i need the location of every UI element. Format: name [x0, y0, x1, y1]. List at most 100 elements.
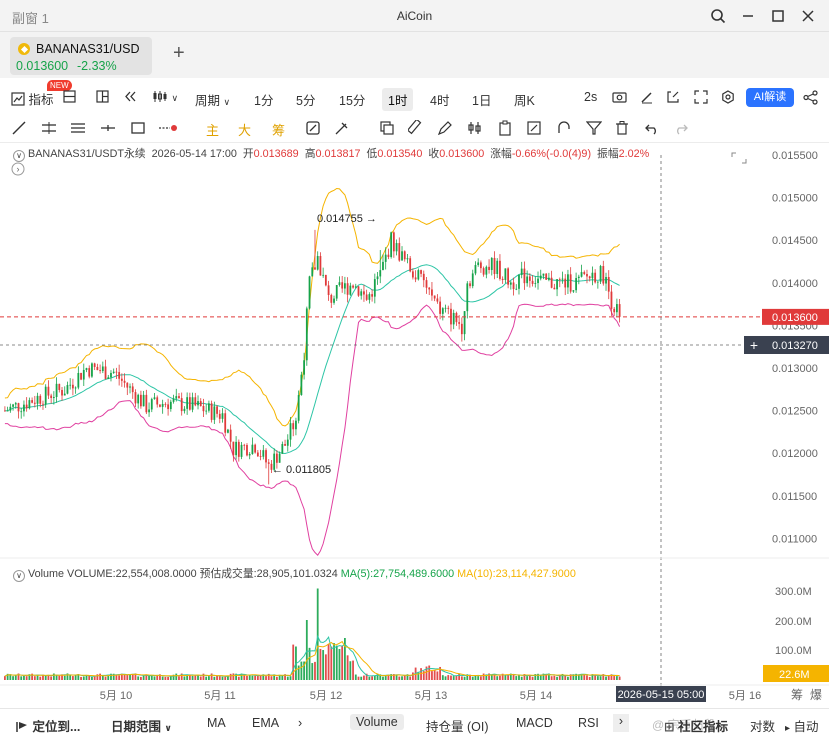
- ai-analysis-button[interactable]: AI解读: [746, 88, 794, 107]
- horizontal-line-icon[interactable]: [100, 120, 118, 136]
- main-force-tool[interactable]: 主: [206, 120, 219, 139]
- liquidation-corner-label[interactable]: 爆: [810, 688, 822, 702]
- trash-icon[interactable]: [614, 120, 632, 136]
- note-icon[interactable]: [526, 120, 544, 136]
- layout-icon[interactable]: [96, 90, 109, 106]
- date-range-dropdown[interactable]: 日期范围 ∨: [111, 716, 172, 735]
- filter-icon[interactable]: [585, 120, 604, 136]
- indicator-ma[interactable]: MA: [207, 716, 226, 730]
- candle: [406, 258, 409, 260]
- export-icon[interactable]: [666, 90, 680, 107]
- candle: [607, 276, 610, 292]
- indicator-rsi[interactable]: RSI: [578, 716, 599, 730]
- volume-bar: [371, 676, 373, 680]
- multi-line-icon[interactable]: [70, 120, 88, 136]
- indicator-oi[interactable]: 持仓量 (OI): [426, 716, 489, 735]
- candle: [120, 378, 123, 381]
- timeframe-4h[interactable]: 4时: [430, 90, 449, 109]
- redo-icon[interactable]: [673, 120, 691, 136]
- fullscreen-icon[interactable]: [694, 90, 708, 107]
- log-scale-toggle[interactable]: 对数: [750, 716, 775, 735]
- magnet-icon[interactable]: [334, 120, 352, 136]
- minimize-icon[interactable]: [737, 5, 759, 27]
- whale-tool[interactable]: 大: [238, 120, 251, 139]
- candle: [349, 285, 352, 295]
- replay-icon[interactable]: [123, 90, 137, 106]
- timeframe-1w[interactable]: 周K: [514, 90, 535, 109]
- magnet-snap-icon[interactable]: [556, 120, 574, 136]
- candle: [175, 396, 178, 399]
- timeframe-1m[interactable]: 1分: [254, 90, 273, 109]
- candle: [523, 268, 526, 284]
- volume-bar: [556, 676, 558, 680]
- price-axis-label: 0.015000: [772, 193, 818, 205]
- volume-bar: [618, 676, 621, 680]
- copy-icon[interactable]: [379, 120, 397, 136]
- volume-collapse-icon[interactable]: ∨: [13, 570, 25, 582]
- edit-icon[interactable]: [640, 90, 654, 107]
- volume-bar: [335, 645, 338, 680]
- maximize-icon[interactable]: [767, 5, 789, 27]
- symbol-tab[interactable]: BANANAS31/USD 0.013600 -2.33%: [10, 37, 152, 75]
- search-icon[interactable]: [707, 5, 729, 27]
- chevron-right-icon[interactable]: ›: [298, 716, 302, 730]
- timeframe-5m[interactable]: 5分: [296, 90, 315, 109]
- volume-bar: [616, 676, 618, 680]
- expand-corner-icon[interactable]: [731, 152, 747, 164]
- chevron-right-icon[interactable]: ›: [613, 714, 629, 732]
- chart-toolbar: 指标 NEW ∨ 周期 ∨ 1分 5分 15分 1时 4时 1日 周K 2s A…: [0, 80, 829, 112]
- candle: [352, 285, 354, 288]
- volume-bar: [80, 676, 82, 680]
- settings-icon[interactable]: [721, 90, 735, 107]
- parallel-line-icon[interactable]: [41, 120, 59, 136]
- pen-icon[interactable]: [437, 120, 455, 136]
- volume-bar: [520, 676, 523, 680]
- date-axis-label: 5月 13: [415, 690, 447, 702]
- candle: [316, 256, 319, 270]
- candle: [295, 420, 297, 430]
- period-dropdown[interactable]: 周期 ∨: [195, 90, 230, 109]
- community-indicators-button[interactable]: ⊞ 社区指标: [664, 716, 728, 735]
- add-tab-button[interactable]: +: [173, 42, 185, 65]
- indicator-template-icon[interactable]: [63, 90, 76, 106]
- add-alert-icon[interactable]: +: [750, 337, 758, 353]
- candle: [303, 360, 305, 375]
- undo-icon[interactable]: [644, 120, 662, 136]
- candle: [507, 268, 509, 285]
- chart-type-dropdown[interactable]: ∨: [152, 90, 178, 104]
- candle: [281, 444, 284, 454]
- candle: [414, 277, 417, 280]
- candle: [188, 397, 191, 410]
- volume-bar: [276, 676, 278, 680]
- timeframe-1d[interactable]: 1日: [472, 90, 491, 109]
- auto-scale-toggle[interactable]: ▸ 自动: [785, 716, 819, 735]
- volume-bar: [324, 654, 327, 680]
- locate-button[interactable]: 定位到...: [16, 716, 80, 735]
- ruler-icon[interactable]: [406, 118, 426, 136]
- volume-bar: [403, 675, 406, 680]
- volume-bar: [82, 676, 85, 680]
- close-icon[interactable]: [797, 5, 819, 27]
- candle: [23, 404, 25, 412]
- rectangle-icon[interactable]: [130, 120, 148, 136]
- measure-icon[interactable]: [467, 120, 485, 136]
- candle: [528, 276, 531, 281]
- chip-tool[interactable]: 筹: [272, 120, 285, 139]
- timeframe-1h[interactable]: 1时: [382, 88, 414, 111]
- indicator-button[interactable]: 指标: [11, 89, 54, 108]
- sync-icon[interactable]: [305, 120, 323, 136]
- price-chart[interactable]: › 0.0155000.0150000.0145000.0140000.0135…: [0, 143, 829, 703]
- share-icon[interactable]: [803, 90, 818, 108]
- indicator-volume[interactable]: Volume: [350, 714, 404, 730]
- timeframe-15m[interactable]: 15分: [339, 90, 365, 109]
- indicator-macd[interactable]: MACD: [516, 716, 553, 730]
- chip-corner-label[interactable]: 筹: [791, 688, 803, 702]
- clipboard-icon[interactable]: [497, 120, 515, 136]
- volume-bar: [39, 676, 42, 680]
- refresh-interval[interactable]: 2s: [584, 90, 597, 104]
- brush-icon[interactable]: [158, 120, 177, 136]
- candle: [131, 386, 134, 393]
- indicator-ema[interactable]: EMA: [252, 716, 279, 730]
- camera-icon[interactable]: [612, 90, 627, 106]
- trendline-icon[interactable]: [11, 120, 29, 136]
